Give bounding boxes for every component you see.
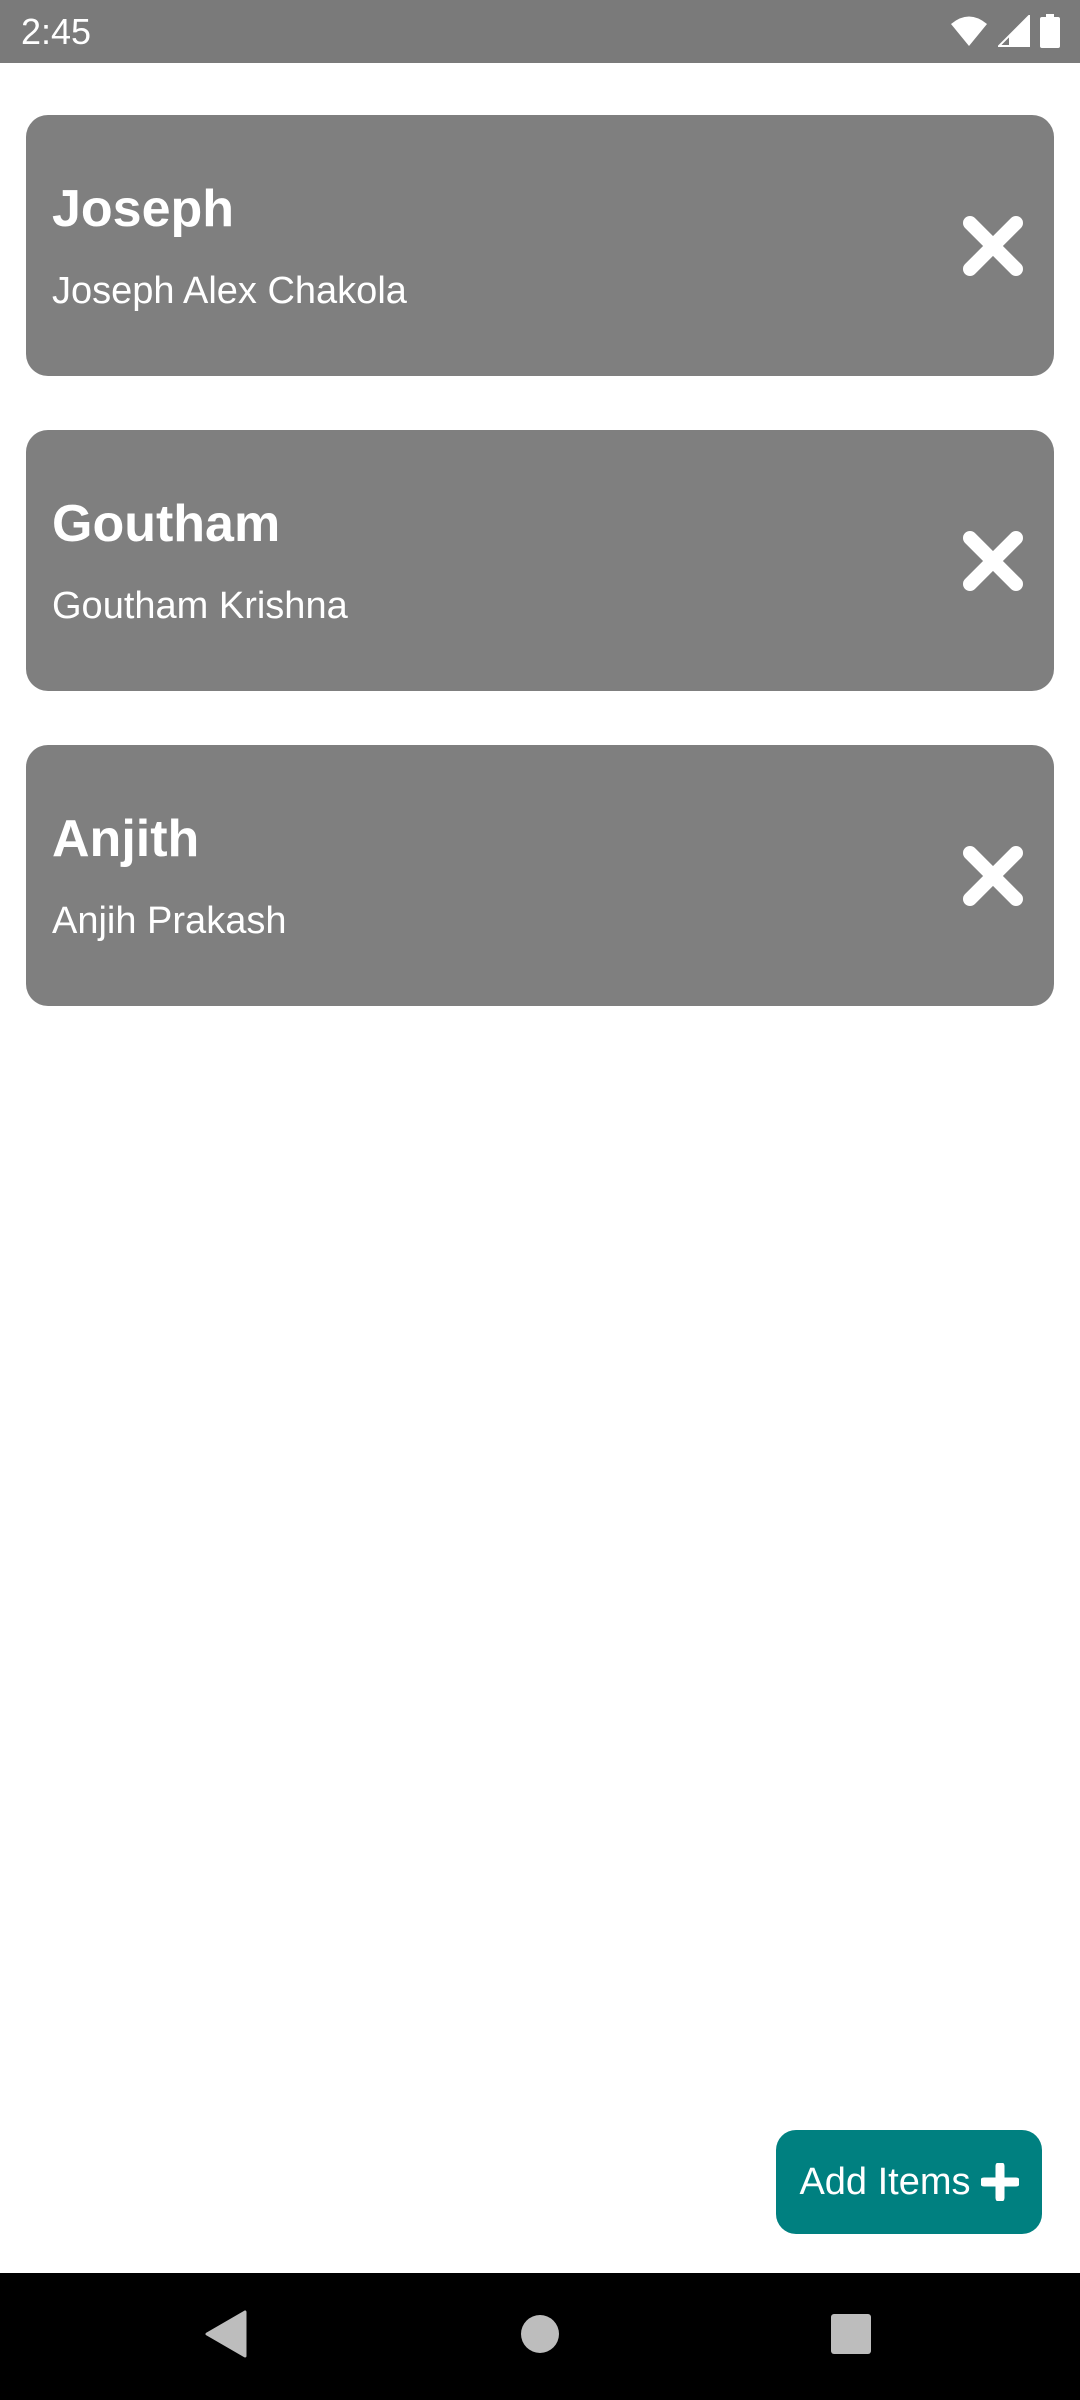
plus-icon [980,2163,1019,2201]
signal-icon [998,15,1030,47]
list-item: Goutham Goutham Krishna [26,430,1054,691]
delete-item-button[interactable] [962,845,1024,907]
add-items-button[interactable]: Add Items [776,2130,1042,2234]
close-icon [962,215,1024,277]
item-subtitle: Goutham Krishna [52,585,348,627]
battery-icon [1040,14,1060,48]
nav-back-button[interactable] [165,2273,285,2400]
list-item: Joseph Joseph Alex Chakola [26,115,1054,376]
navigation-bar [0,2273,1080,2400]
delete-item-button[interactable] [962,215,1024,277]
recents-icon [830,2313,872,2360]
nav-recents-button[interactable] [791,2273,911,2400]
status-bar: 2:45 [0,0,1080,63]
back-icon [203,2310,247,2363]
item-title: Joseph [52,180,235,238]
delete-item-button[interactable] [962,530,1024,592]
app-screen: 2:45 Joseph Joseph Alex Chakola Goutham … [0,0,1080,2400]
item-subtitle: Anjih Prakash [52,900,287,942]
home-icon [520,2314,560,2359]
add-items-label: Add Items [799,2161,971,2203]
list-item: Anjith Anjih Prakash [26,745,1054,1006]
item-subtitle: Joseph Alex Chakola [52,270,407,312]
item-title: Anjith [52,810,200,868]
nav-home-button[interactable] [480,2273,600,2400]
close-icon [962,845,1024,907]
close-icon [962,530,1024,592]
wifi-icon [950,15,988,47]
item-title: Goutham [52,495,281,553]
status-icons [950,14,1060,48]
item-list: Joseph Joseph Alex Chakola Goutham Gouth… [26,115,1054,1060]
status-time: 2:45 [21,11,92,52]
